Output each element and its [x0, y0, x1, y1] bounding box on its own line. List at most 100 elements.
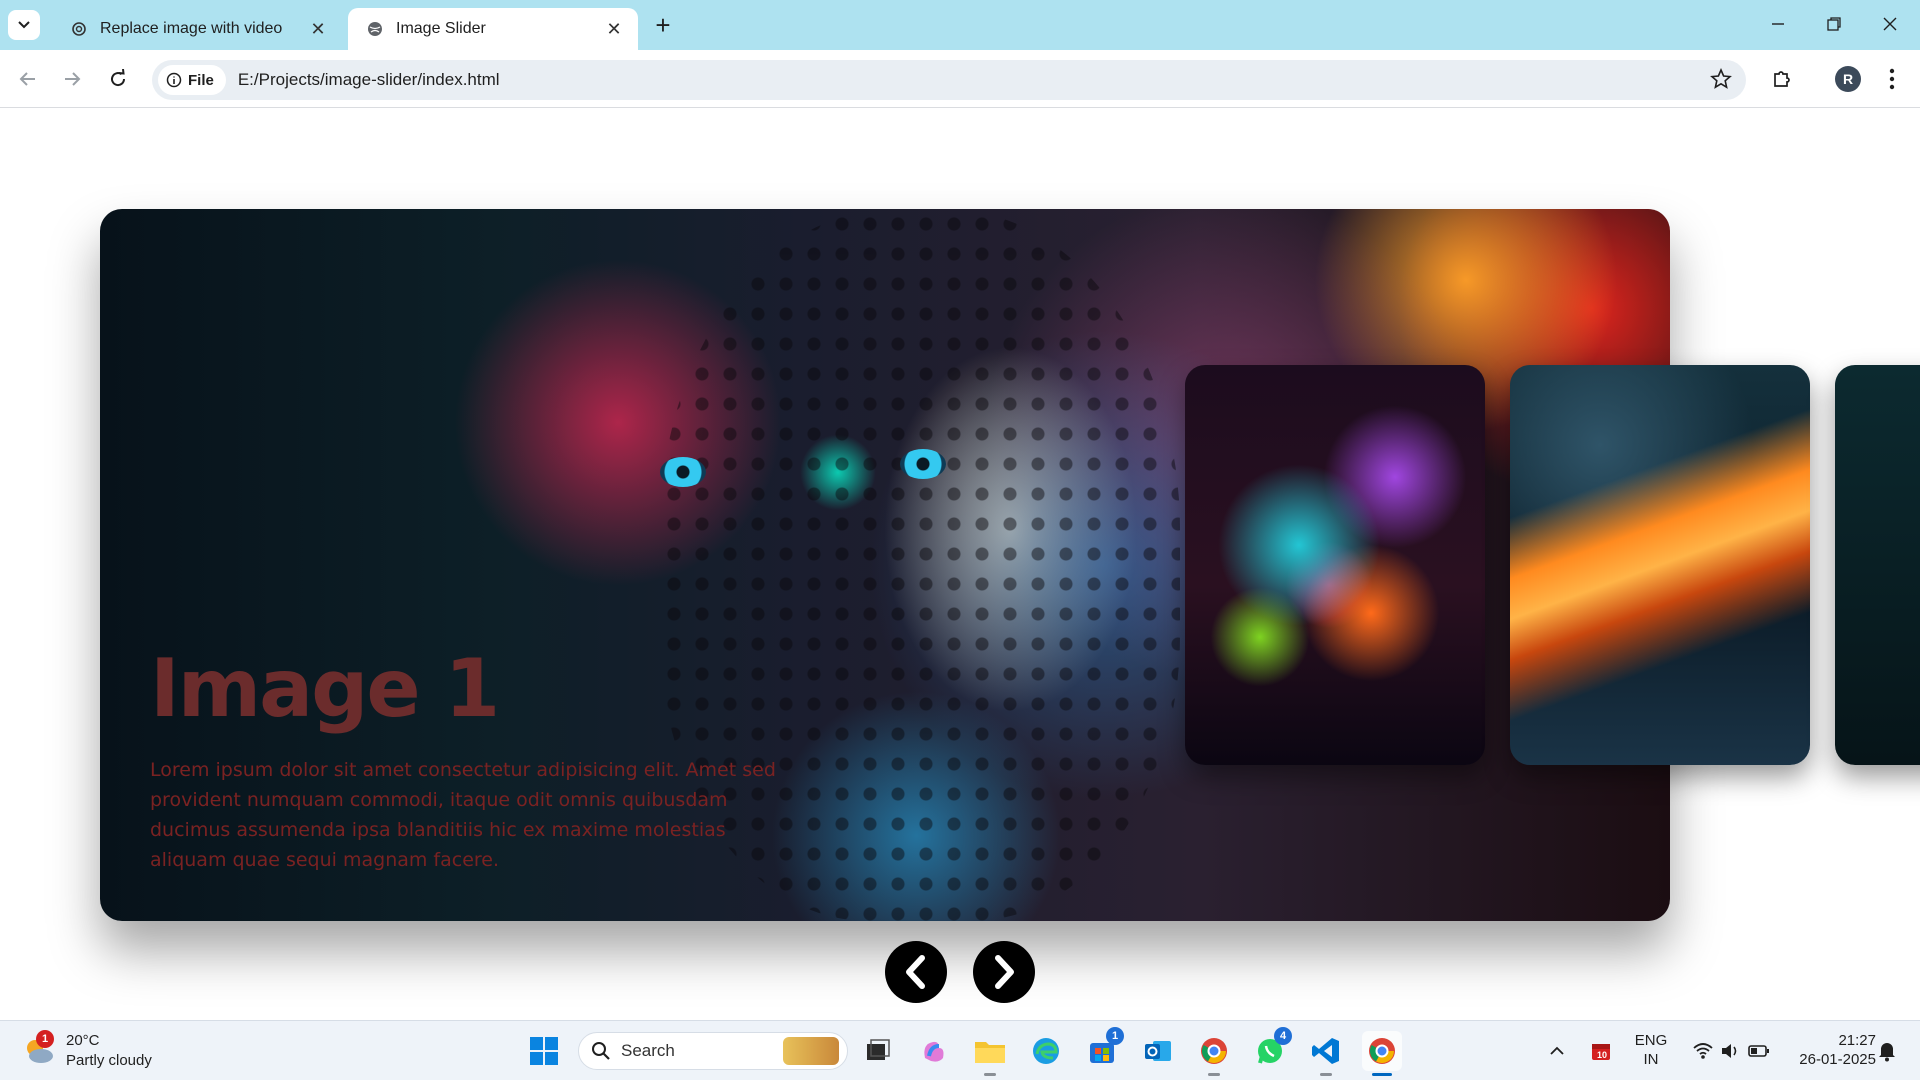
chrome-profile-button[interactable]: [1194, 1031, 1234, 1076]
weather-condition: Partly cloudy: [66, 1052, 152, 1069]
weather-icon: 1: [22, 1030, 56, 1068]
quick-settings-button[interactable]: [1686, 1031, 1776, 1071]
notifications-button[interactable]: [1872, 1031, 1902, 1071]
menu-button[interactable]: [1876, 63, 1908, 95]
extensions-button[interactable]: [1766, 63, 1798, 95]
page-viewport: Image 1 Lorem ipsum dolor sit amet conse…: [0, 109, 1920, 1020]
search-icon: [592, 1042, 610, 1060]
copilot-icon: [924, 1041, 944, 1062]
more-vertical-icon: [1889, 68, 1895, 90]
close-tab-icon[interactable]: ✕: [308, 19, 328, 39]
reload-icon: [111, 69, 126, 87]
task-view-icon: [867, 1039, 890, 1060]
openai-icon: [70, 20, 88, 38]
taskbar-search[interactable]: Search: [578, 1032, 848, 1070]
battery-icon: [1748, 1045, 1769, 1057]
slide-thumbnail-wolf[interactable]: [1835, 365, 1920, 765]
folder-icon: [975, 1042, 1005, 1063]
chrome-active-button[interactable]: [1362, 1031, 1402, 1076]
running-indicator: [984, 1073, 996, 1076]
running-indicator: [1320, 1073, 1332, 1076]
tab-title: Replace image with video: [100, 20, 283, 37]
restore-icon: [1827, 17, 1841, 31]
leopard-eye-left: [660, 457, 706, 487]
site-info-chip[interactable]: File: [158, 65, 226, 95]
copilot-button[interactable]: [914, 1031, 954, 1071]
restore-button[interactable]: [1814, 8, 1854, 40]
globe-icon: [366, 20, 384, 38]
edge-icon: [1033, 1038, 1059, 1064]
calendar-day: 10: [1597, 1050, 1608, 1060]
prev-button[interactable]: [885, 941, 947, 1003]
edge-button[interactable]: [1026, 1031, 1066, 1071]
tab-image-slider[interactable]: Image Slider ✕: [348, 8, 638, 50]
tab-search-button[interactable]: [8, 10, 40, 40]
avatar: R: [1835, 66, 1861, 92]
star-icon: [1710, 67, 1732, 89]
close-tab-icon[interactable]: ✕: [604, 19, 624, 39]
minimize-icon: [1772, 23, 1784, 25]
chrome-icon: [1369, 1038, 1395, 1064]
puzzle-icon: [1774, 71, 1790, 87]
slide-description: Lorem ipsum dolor sit amet consectetur a…: [150, 759, 776, 871]
reload-button[interactable]: [102, 63, 134, 95]
whatsapp-button[interactable]: 4: [1250, 1027, 1292, 1071]
active-indicator: [1372, 1073, 1392, 1076]
site-chip-label: File: [188, 71, 214, 89]
tab-replace-image-with-video[interactable]: Replace image with video ✕: [52, 8, 342, 50]
whatsapp-badge: 4: [1274, 1027, 1292, 1045]
chevron-left-icon: [906, 955, 925, 989]
show-hidden-icons-button[interactable]: [1542, 1031, 1572, 1071]
outlook-icon: [1145, 1041, 1171, 1061]
minimize-button[interactable]: [1758, 8, 1798, 40]
store-button[interactable]: 1: [1082, 1027, 1124, 1071]
arrow-right-icon: [65, 72, 81, 86]
windows-icon: [530, 1037, 558, 1065]
slide-thumbnail-paint-splash[interactable]: [1185, 365, 1485, 765]
tab-strip: Replace image with video ✕ Image Slider …: [0, 0, 1920, 50]
calendar-app-button[interactable]: 10: [1584, 1031, 1618, 1071]
bell-icon: [1879, 1043, 1895, 1062]
search-label: Search: [621, 1041, 675, 1060]
weather-temp: 20°C: [66, 1032, 100, 1049]
weather-text: 20°C Partly cloudy: [66, 1031, 152, 1071]
file-explorer-button[interactable]: [970, 1031, 1010, 1076]
language-region: IN: [1643, 1051, 1659, 1068]
slider-controls: [885, 941, 1035, 1003]
address-bar[interactable]: File E:/Projects/image-slider/index.html: [152, 60, 1746, 100]
outlook-button[interactable]: [1138, 1031, 1178, 1071]
next-button[interactable]: [973, 941, 1035, 1003]
taskbar: 1 20°C Partly cloudy Search 1 4 10 ENG I…: [0, 1020, 1920, 1080]
new-tab-button[interactable]: +: [650, 10, 676, 40]
clock[interactable]: 21:27 26-01-2025: [1780, 1031, 1876, 1069]
close-window-button[interactable]: [1870, 8, 1910, 40]
arrow-left-icon: [19, 72, 35, 86]
vscode-button[interactable]: [1306, 1031, 1346, 1076]
chevron-up-icon: [1550, 1046, 1564, 1055]
language-code: ENG: [1634, 1032, 1668, 1049]
clock-time: 21:27: [1838, 1032, 1876, 1049]
clock-date: 26-01-2025: [1799, 1051, 1876, 1068]
bookmark-button[interactable]: [1710, 67, 1732, 95]
running-indicator: [1208, 1073, 1220, 1076]
profile-button[interactable]: R: [1832, 63, 1864, 95]
chevron-right-icon: [995, 955, 1014, 989]
chrome-icon: [1201, 1038, 1227, 1064]
weather-widget[interactable]: 1 20°C Partly cloudy: [22, 1030, 152, 1071]
vscode-icon: [1312, 1038, 1339, 1064]
slide-title: Image 1: [150, 642, 500, 735]
tab-title: Image Slider: [396, 20, 486, 37]
volume-icon: [1722, 1044, 1737, 1058]
forward-button[interactable]: [56, 63, 88, 95]
close-icon: [1883, 17, 1897, 31]
task-view-button[interactable]: [858, 1031, 898, 1071]
search-highlight-icon: [783, 1037, 839, 1065]
back-button[interactable]: [12, 63, 44, 95]
browser-toolbar: File E:/Projects/image-slider/index.html…: [0, 50, 1920, 108]
start-button[interactable]: [524, 1031, 564, 1071]
chevron-down-icon: [18, 21, 30, 29]
url-text[interactable]: E:/Projects/image-slider/index.html: [238, 70, 500, 90]
language-indicator[interactable]: ENG IN: [1628, 1031, 1674, 1069]
slide-thumbnail-feather[interactable]: [1510, 365, 1810, 765]
wifi-icon: [1693, 1043, 1713, 1059]
